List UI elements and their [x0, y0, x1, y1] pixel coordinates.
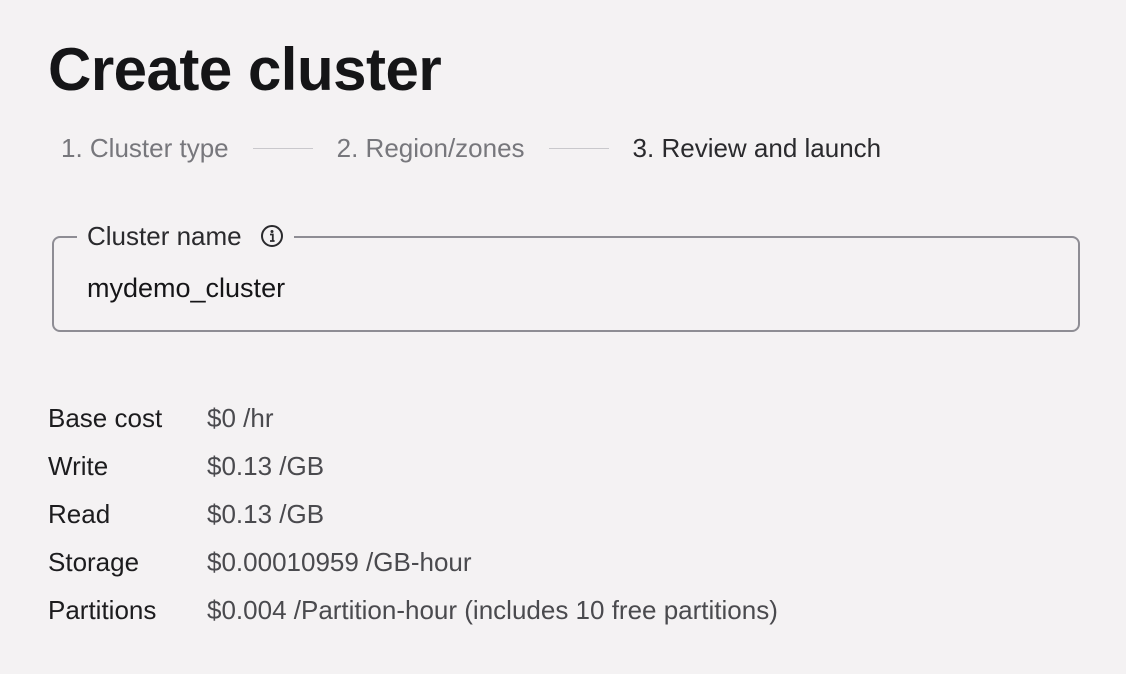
price-label: Write [48, 450, 109, 481]
price-label: Partitions [48, 594, 157, 625]
price-row-write: Write $0.13 /GB [48, 442, 778, 490]
info-circle-icon[interactable] [260, 224, 284, 248]
price-row-read: Read $0.13 /GB [48, 490, 778, 538]
price-value: $0 /hr [207, 402, 274, 433]
step-divider [252, 147, 313, 149]
price-row-storage: Storage $0.00010959 /GB-hour [48, 538, 778, 586]
cluster-name-input[interactable]: mydemo_cluster [87, 268, 285, 308]
cluster-name-legend: Cluster name [77, 218, 294, 254]
price-value: $0.004 /Partition-hour (includes 10 free… [207, 594, 778, 625]
cluster-name-label: Cluster name [87, 221, 242, 251]
step-cluster-type[interactable]: 1. Cluster type [61, 128, 229, 168]
wizard-stepper: 1. Cluster type 2. Region/zones 3. Revie… [61, 128, 881, 168]
price-value: $0.13 /GB [207, 450, 325, 481]
step-review-and-launch: 3. Review and launch [632, 133, 882, 163]
cluster-name-field[interactable]: Cluster name mydemo_cluster [52, 218, 1080, 332]
price-label: Read [48, 498, 111, 529]
pricing-summary: Base cost $0 /hr Write $0.13 /GB Read $0… [48, 394, 778, 634]
price-label: Storage [48, 546, 140, 577]
price-label: Base cost [48, 402, 163, 433]
price-value: $0.13 /GB [207, 498, 325, 529]
step-divider [548, 147, 609, 149]
page-title: Create cluster [48, 36, 442, 103]
price-row-base-cost: Base cost $0 /hr [48, 394, 778, 442]
price-row-partitions: Partitions $0.004 /Partition-hour (inclu… [48, 586, 778, 634]
price-value: $0.00010959 /GB-hour [207, 546, 472, 577]
step-region-zones[interactable]: 2. Region/zones [337, 128, 525, 168]
